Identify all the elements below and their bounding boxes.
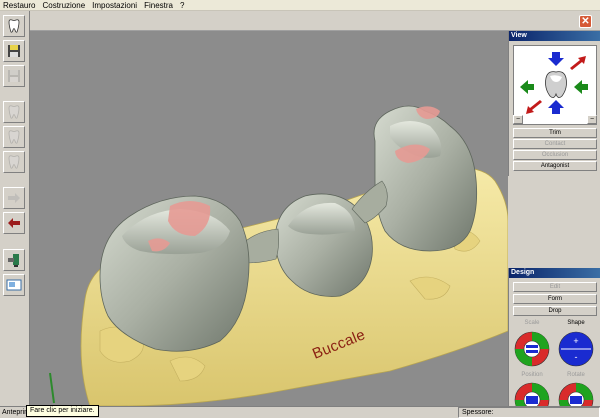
form-button[interactable]: Form	[513, 294, 597, 304]
menu-impostazioni[interactable]: Impostazioni	[92, 0, 137, 11]
view-navigator[interactable]	[513, 45, 597, 125]
screen-button[interactable]	[3, 274, 25, 296]
arrow-down-icon	[548, 100, 564, 114]
tooth-disabled-icon	[8, 130, 20, 144]
zoom-out-left-button[interactable]: −	[513, 115, 523, 124]
navigator-graphic	[520, 52, 588, 114]
shape-plus-label: +	[573, 336, 578, 346]
menu-restauro[interactable]: Restauro	[3, 0, 35, 11]
tooth-icon	[8, 19, 20, 33]
position-label: Position	[521, 372, 543, 378]
design-panel: Design Edit Form Drop Scale Shape + - Po…	[508, 268, 600, 418]
shape-label: Shape	[567, 320, 585, 326]
antagonist-button[interactable]: Antagonist	[513, 161, 597, 171]
close-button[interactable]: ✕	[579, 15, 592, 28]
dental-model-render	[49, 105, 508, 406]
scale-dial[interactable]	[513, 330, 551, 368]
shape-dial[interactable]: + -	[557, 330, 595, 368]
design-panel-title: Design	[509, 268, 600, 278]
open-tooth-button[interactable]	[3, 15, 25, 37]
save-disabled-icon	[8, 70, 20, 82]
antagonist-fragment-2	[49, 372, 55, 404]
back-button[interactable]	[3, 212, 25, 234]
tooth-disabled-icon	[8, 155, 20, 169]
drop-button[interactable]: Drop	[513, 306, 597, 316]
arrow-left-icon	[8, 218, 20, 228]
tooth-tool-2-button[interactable]	[3, 126, 25, 148]
trim-button[interactable]: Trim	[513, 128, 597, 138]
tooth-disabled-icon	[8, 105, 20, 119]
tooth-tool-1-button[interactable]	[3, 101, 25, 123]
arrow-upright-red-icon	[570, 56, 586, 70]
occlusion-button[interactable]: Occlusion	[513, 150, 597, 160]
scale-label: Scale	[524, 320, 540, 326]
arrow-downleft-red-icon	[526, 100, 542, 114]
left-toolbar	[0, 11, 30, 406]
scanner-icon	[8, 254, 19, 267]
arrow-right-green-icon	[574, 80, 588, 94]
thickness-label: Spessore:	[462, 409, 494, 416]
arrow-up-icon	[548, 52, 564, 66]
rotate-label: Rotate	[567, 372, 585, 378]
shape-minus-label: -	[575, 352, 578, 362]
screen-icon	[6, 279, 22, 291]
arrow-right-icon	[8, 193, 20, 203]
scanner-button[interactable]	[3, 249, 25, 271]
save-icon	[8, 45, 20, 57]
tooth-tool-3-button[interactable]	[3, 151, 25, 173]
title-strip: ✕	[30, 11, 600, 31]
menu-costruzione[interactable]: Costruzione	[42, 0, 85, 11]
save-as-button[interactable]	[3, 65, 25, 87]
edit-button[interactable]: Edit	[513, 282, 597, 292]
3d-viewport[interactable]: Buccale	[30, 31, 508, 406]
view-panel: View − − Trim Contact Occlusion Antagoni…	[508, 31, 600, 176]
menu-bar: Restauro Costruzione Impostazioni Finest…	[0, 0, 600, 11]
zoom-out-right-button[interactable]: −	[587, 115, 597, 124]
app-window: Restauro Costruzione Impostazioni Finest…	[0, 0, 600, 418]
menu-help[interactable]: ?	[180, 0, 184, 11]
view-panel-title: View	[509, 31, 600, 41]
tooltip: Fare clic per iniziare.	[26, 405, 99, 417]
arrow-left-green-icon	[520, 80, 534, 94]
save-button[interactable]	[3, 40, 25, 62]
menu-finestra[interactable]: Finestra	[144, 0, 173, 11]
next-button[interactable]	[3, 187, 25, 209]
contact-button[interactable]: Contact	[513, 139, 597, 149]
